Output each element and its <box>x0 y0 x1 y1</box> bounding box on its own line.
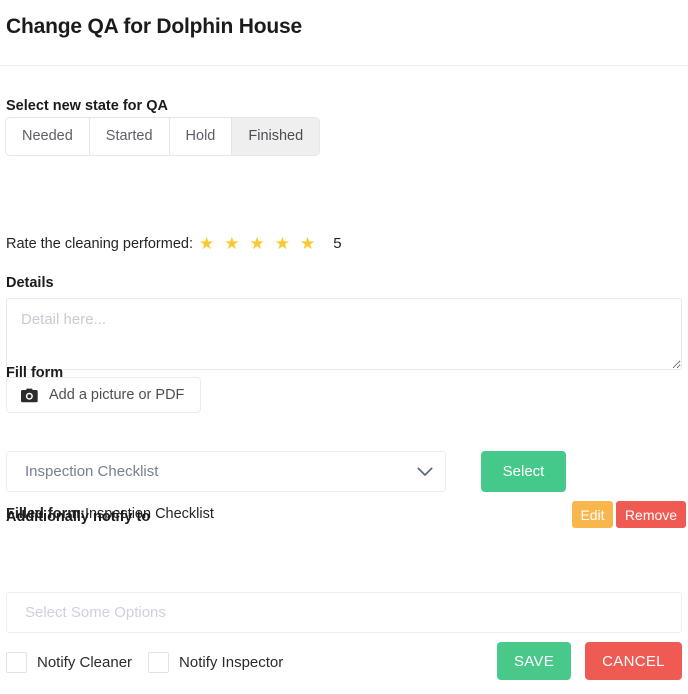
state-option-hold[interactable]: Hold <box>169 118 233 155</box>
qa-state-segmented-control[interactable]: Needed Started Hold Finished <box>6 118 320 155</box>
edit-form-button[interactable]: Edit <box>572 501 613 528</box>
details-label: Details <box>6 275 54 291</box>
remove-form-button[interactable]: Remove <box>616 501 686 528</box>
fill-form-label: Fill form <box>6 365 64 381</box>
star-icon-3[interactable]: ★ <box>250 235 265 253</box>
rating-label: Rate the cleaning performed: <box>6 236 193 252</box>
rating-value: 5 <box>333 235 342 252</box>
state-option-started[interactable]: Started <box>89 118 170 155</box>
state-option-finished[interactable]: Finished <box>232 118 320 155</box>
change-qa-modal: Change QA for Dolphin House Select new s… <box>0 0 688 694</box>
camera-icon <box>21 388 38 403</box>
details-textarea[interactable] <box>6 298 682 370</box>
add-picture-label: Add a picture or PDF <box>49 387 185 403</box>
notify-label: Additionally notify to <box>6 509 151 525</box>
star-icon-1[interactable]: ★ <box>199 235 214 253</box>
cancel-button[interactable]: CANCEL <box>585 642 682 680</box>
modal-footer: SAVE CANCEL <box>0 642 688 694</box>
star-icon-5[interactable]: ★ <box>300 235 315 253</box>
rating-row: Rate the cleaning performed: ★ ★ ★ ★ ★ 5 <box>6 235 342 253</box>
notify-multiselect-placeholder: Select Some Options <box>25 604 166 621</box>
select-form-button[interactable]: Select <box>481 451 566 492</box>
save-button[interactable]: SAVE <box>497 642 571 680</box>
state-section-label: Select new state for QA <box>6 98 168 114</box>
star-icon-4[interactable]: ★ <box>275 235 290 253</box>
state-option-needed[interactable]: Needed <box>6 118 90 155</box>
page-title: Change QA for Dolphin House <box>6 15 302 38</box>
form-select-value: Inspection Checklist <box>25 463 159 480</box>
modal-body: Select new state for QA Needed Started H… <box>0 66 688 694</box>
notify-multiselect[interactable]: Select Some Options <box>6 592 682 633</box>
star-icon-2[interactable]: ★ <box>224 235 239 253</box>
form-select-dropdown[interactable]: Inspection Checklist <box>6 451 446 492</box>
add-picture-button[interactable]: Add a picture or PDF <box>6 377 202 413</box>
chevron-down-icon <box>417 466 433 477</box>
modal-header: Change QA for Dolphin House <box>0 0 688 66</box>
